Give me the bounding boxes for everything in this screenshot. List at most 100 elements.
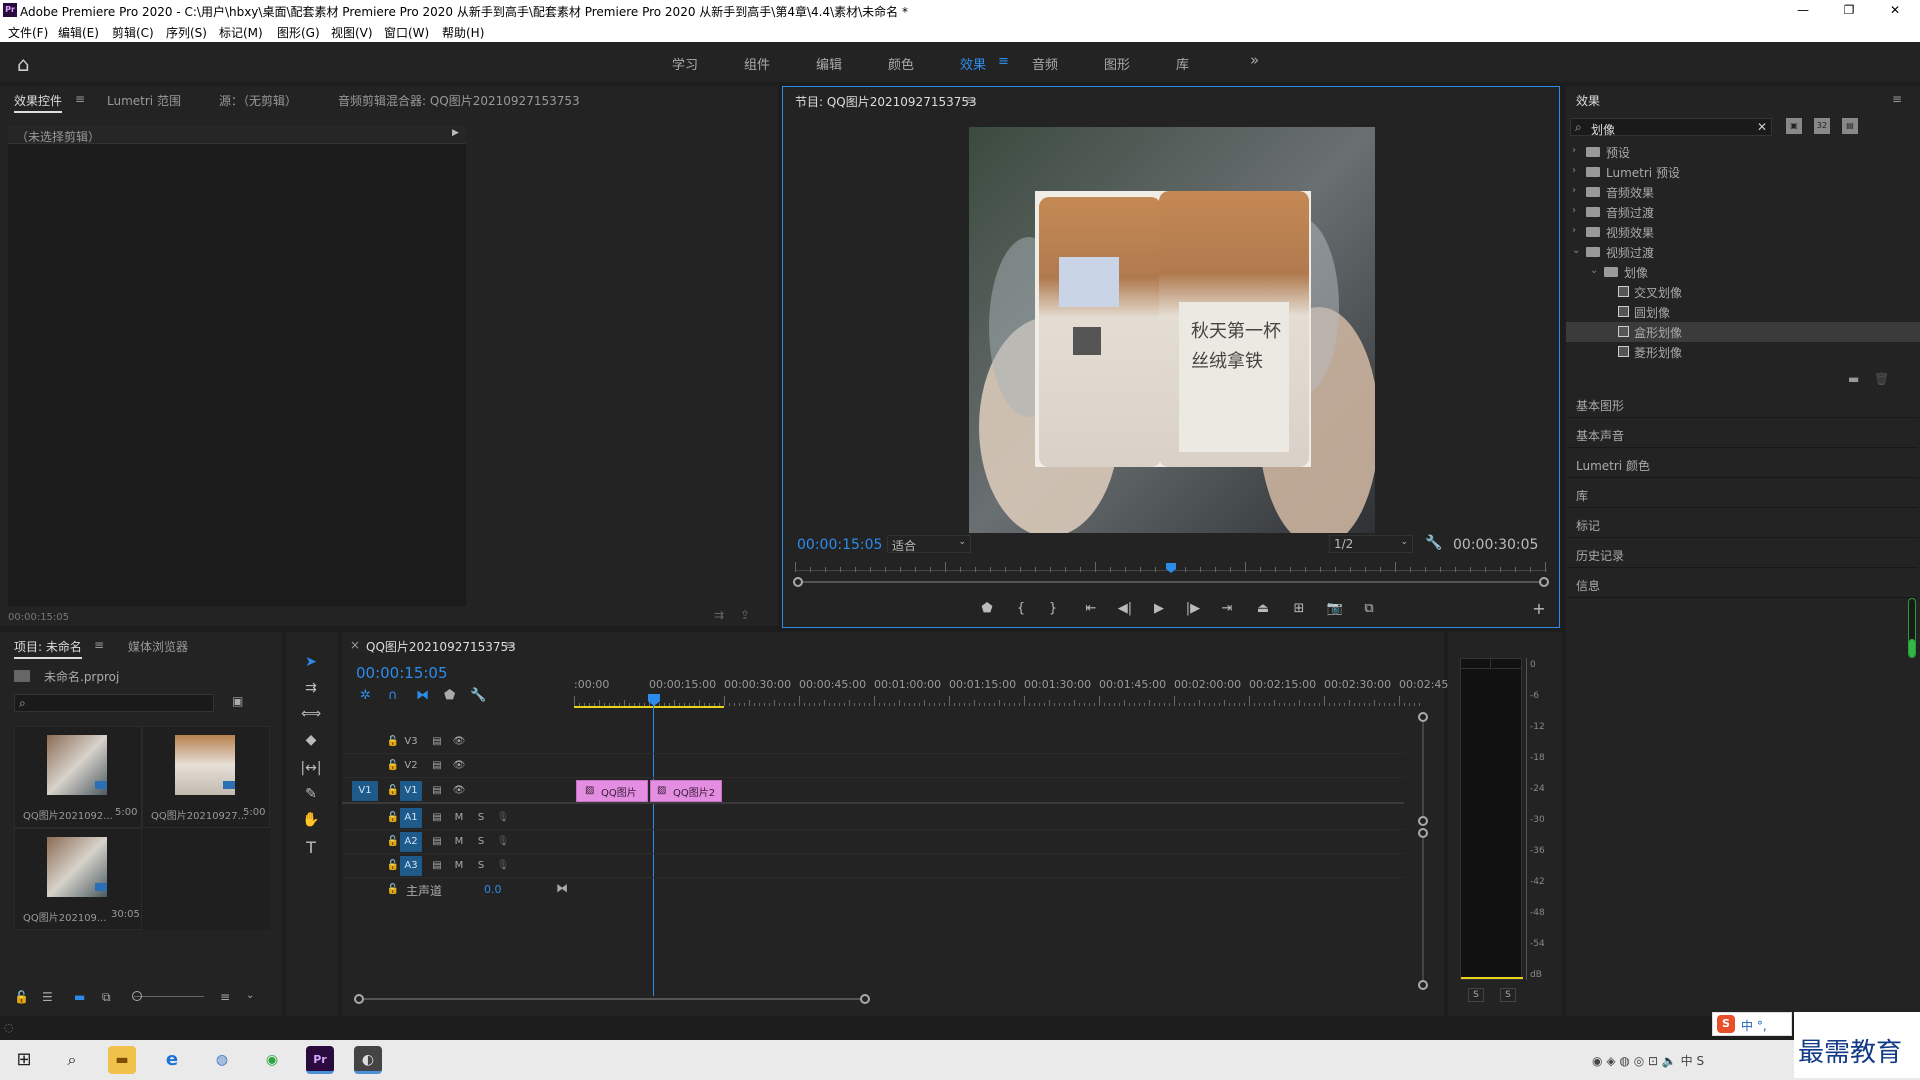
effect-folder[interactable]: ⌄ 划像 [1566,262,1920,282]
track-target-a3[interactable]: A3 [400,856,422,876]
add-marker-icon[interactable]: ⬟ [444,688,455,703]
chevron-right-icon[interactable]: › [1572,185,1576,196]
volume-icon[interactable]: 🔈 [1662,1054,1677,1068]
sync-lock-icon[interactable]: ▤ [426,732,448,752]
solo-button[interactable]: S [470,808,492,828]
clear-search-icon[interactable]: ✕ [1757,120,1767,134]
workspace-audio[interactable]: 音频 [1032,54,1058,73]
effect-folder[interactable]: › 音频过渡 [1566,202,1920,222]
track-target-v3[interactable]: V3 [400,732,422,752]
tab-source[interactable]: 源：（无剪辑） [219,92,297,109]
right-scrollbar[interactable] [1908,598,1916,658]
pen-tool-icon[interactable]: ✎ [298,782,324,806]
timeline-ruler[interactable]: :00:00 00:00:15:00 00:00:30:00 00:00:45:00 0… [574,676,1452,710]
minimize-button[interactable]: — [1780,0,1826,20]
list-view-icon[interactable]: ☰ [42,990,53,1004]
tab-audio-clip-mixer[interactable]: 音频剪辑混合器: QQ图片20210927153753 [338,92,580,109]
track-target-a1[interactable]: A1 [400,808,422,828]
workspace-color[interactable]: 颜色 [888,54,914,73]
mark-in-icon[interactable]: { [1009,597,1033,621]
mic-icon[interactable]: 🎙 [492,808,514,828]
audio-scrollbar[interactable] [1422,838,1424,980]
effects-panel-menu-icon[interactable]: ≡ [1892,92,1902,106]
tray-icon[interactable]: ◈ [1606,1054,1615,1068]
eye-icon[interactable]: 👁 [448,781,470,801]
tray-icon[interactable]: ◍ [1619,1054,1629,1068]
timeline-settings-icon[interactable]: 🔧 [470,688,486,703]
program-timecode-in[interactable]: 00:00:15:05 [797,537,882,553]
chevron-right-icon[interactable]: › [1572,225,1576,236]
project-item[interactable]: QQ图片202109... 30:05 [14,828,142,930]
yuv-effects-icon[interactable]: ▤ [1842,118,1858,134]
video-scrollbar[interactable] [1422,722,1424,816]
menu-marker[interactable]: 标记(M) [219,24,263,41]
ime-toolbar[interactable]: S 中 °, [1712,1012,1792,1036]
lane-v1[interactable]: ▨ QQ图片 ▨ QQ图片2 [574,778,1404,804]
tray-icon[interactable]: S [1697,1054,1705,1068]
workspace-libraries[interactable]: 库 [1176,54,1189,73]
program-menu-icon[interactable]: ≡ [965,93,975,107]
workspace-learn[interactable]: 学习 [672,54,698,73]
nest-icon[interactable]: ✲ [360,688,371,703]
project-search-input[interactable]: ⌕ [14,694,214,712]
export-frame-icon[interactable]: 📷 [1323,597,1347,621]
ime-tray-icon[interactable]: 中 [1681,1054,1693,1068]
chevron-down-icon[interactable]: ⌄ [246,990,254,1001]
timeline-timecode[interactable]: 00:00:15:05 [356,664,448,682]
premiere-taskbar-icon[interactable]: Pr [306,1046,334,1074]
source-patch-v1[interactable]: V1 [352,781,378,801]
extract-icon[interactable]: ⊞ [1287,597,1311,621]
export-icon[interactable]: ⇪ [740,608,750,622]
workspace-effects[interactable]: 效果 [960,54,986,73]
lane-v2[interactable] [574,754,1404,778]
track-target-v2[interactable]: V2 [400,756,422,776]
freeform-view-icon[interactable]: ⧉ [102,990,111,1005]
expand-arrow-icon[interactable]: ▶ [452,128,459,138]
lane-a2[interactable] [574,830,1404,854]
video-scroll-top-handle[interactable] [1418,712,1428,722]
effect-item[interactable]: 圆划像 [1566,302,1920,322]
menu-file[interactable]: 文件(F) [8,24,48,41]
add-marker-icon[interactable]: ⬟ [975,597,999,621]
zoom-fit-dropdown[interactable]: 适合 ⌄ [887,535,971,553]
effect-folder[interactable]: › Lumetri 预设 [1566,162,1920,182]
effect-folder[interactable]: › 视频效果 [1566,222,1920,242]
effects-search-box[interactable]: ⌕ 划像 ✕ [1570,118,1772,137]
effect-folder[interactable]: › 预设 [1566,142,1920,162]
effect-folder[interactable]: › 音频效果 [1566,182,1920,202]
solo-right-button[interactable]: S [1500,988,1516,1002]
tab-media-browser[interactable]: 媒体浏览器 [128,638,188,655]
chevron-right-icon[interactable]: › [1572,145,1576,156]
razor-tool-icon[interactable]: ◆ [298,728,324,752]
effect-folder[interactable]: ⌄ 视频过渡 [1566,242,1920,262]
zoom-slider[interactable] [134,996,204,997]
zoom-slider-handle[interactable] [132,991,142,1001]
tab-menu-icon[interactable]: ≡ [75,92,85,106]
step-back-icon[interactable]: ◀| [1113,597,1137,621]
sync-lock-icon[interactable]: ▤ [426,808,448,828]
mark-out-icon[interactable]: } [1041,597,1065,621]
sort-icon[interactable]: ≡ [220,990,230,1004]
workspace-graphics[interactable]: 图形 [1104,54,1130,73]
go-to-out-icon[interactable]: ⇥ [1215,597,1239,621]
chevron-down-icon[interactable]: ⌄ [1590,265,1598,276]
snap-icon[interactable]: ∩ [388,688,398,703]
eye-icon[interactable]: 👁 [448,756,470,776]
section-markers[interactable]: 标记 [1568,510,1918,538]
chevron-down-icon[interactable]: ⌄ [1572,245,1580,256]
windows-start-icon[interactable]: ⊞ [10,1046,38,1074]
mute-button[interactable]: M [448,832,470,852]
track-select-tool-icon[interactable]: ⇉ [298,676,324,700]
go-to-in-icon[interactable]: ⇤ [1079,597,1103,621]
section-history[interactable]: 历史记录 [1568,540,1918,568]
menu-view[interactable]: 视图(V) [331,24,373,41]
section-lumetri-color[interactable]: Lumetri 颜色 [1568,450,1918,478]
delete-icon[interactable]: 🗑 [1874,372,1889,386]
zoom-end-handle[interactable] [860,994,870,1004]
section-libraries[interactable]: 库 [1568,480,1918,508]
effect-item[interactable]: 菱形划像 [1566,342,1920,362]
menu-graphics[interactable]: 图形(G) [277,24,320,41]
maximize-button[interactable]: ❐ [1826,0,1872,20]
eye-icon[interactable]: 👁 [448,732,470,752]
audio-scroll-bottom-handle[interactable] [1418,980,1428,990]
